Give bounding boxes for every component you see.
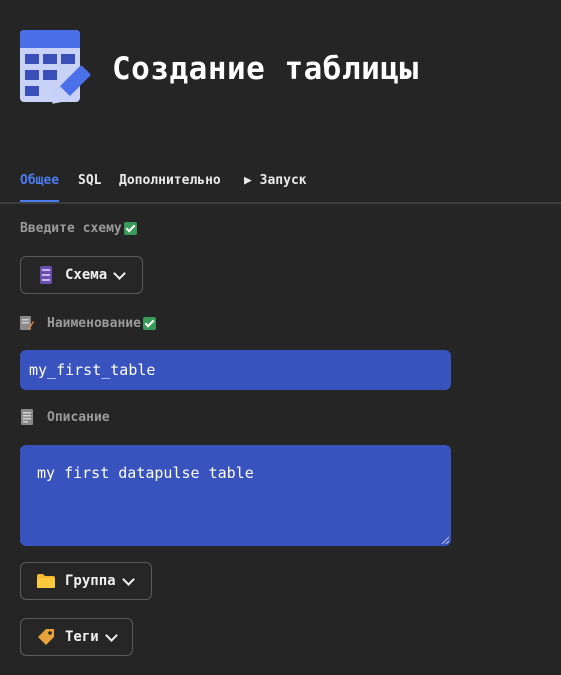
tags-dropdown-button[interactable]: Теги	[20, 618, 133, 656]
tab-run[interactable]: ▶ Запуск	[244, 171, 307, 200]
group-button-label: Группа	[65, 573, 116, 589]
name-label: Наименование	[47, 315, 141, 331]
tag-icon	[37, 628, 55, 646]
description-label: Описание	[47, 409, 110, 425]
database-icon	[37, 266, 55, 284]
check-icon	[123, 222, 137, 235]
page-header: Создание таблицы	[20, 30, 419, 108]
tab-general[interactable]: Общее	[20, 171, 60, 202]
chevron-down-icon	[113, 266, 127, 280]
table-name-input[interactable]: my_first_table	[20, 350, 451, 390]
group-dropdown-button[interactable]: Группа	[20, 562, 152, 600]
document-icon	[20, 409, 34, 425]
tab-bar: Общее SQL Дополнительно ▶ Запуск	[0, 168, 561, 204]
tab-advanced[interactable]: Дополнительно	[119, 171, 221, 200]
schema-label-row: Введите схему	[20, 221, 137, 236]
schema-label: Введите схему	[20, 221, 122, 236]
resize-grip-icon[interactable]	[441, 536, 449, 544]
table-edit-icon	[20, 30, 98, 108]
description-text: my first datapulse table	[37, 464, 254, 482]
description-textarea[interactable]: my first datapulse table	[20, 445, 451, 546]
folder-icon	[37, 572, 55, 590]
chevron-down-icon	[121, 572, 135, 586]
page-title: Создание таблицы	[112, 51, 419, 87]
schema-button-label: Схема	[65, 267, 108, 283]
name-label-row: Наименование	[20, 315, 156, 331]
description-label-row: Описание	[20, 409, 110, 425]
tab-sql[interactable]: SQL	[78, 171, 101, 200]
chevron-down-icon	[104, 628, 118, 642]
check-icon	[142, 316, 156, 330]
schema-dropdown-button[interactable]: Схема	[20, 256, 143, 294]
memo-icon	[20, 315, 34, 331]
tags-button-label: Теги	[65, 629, 99, 645]
